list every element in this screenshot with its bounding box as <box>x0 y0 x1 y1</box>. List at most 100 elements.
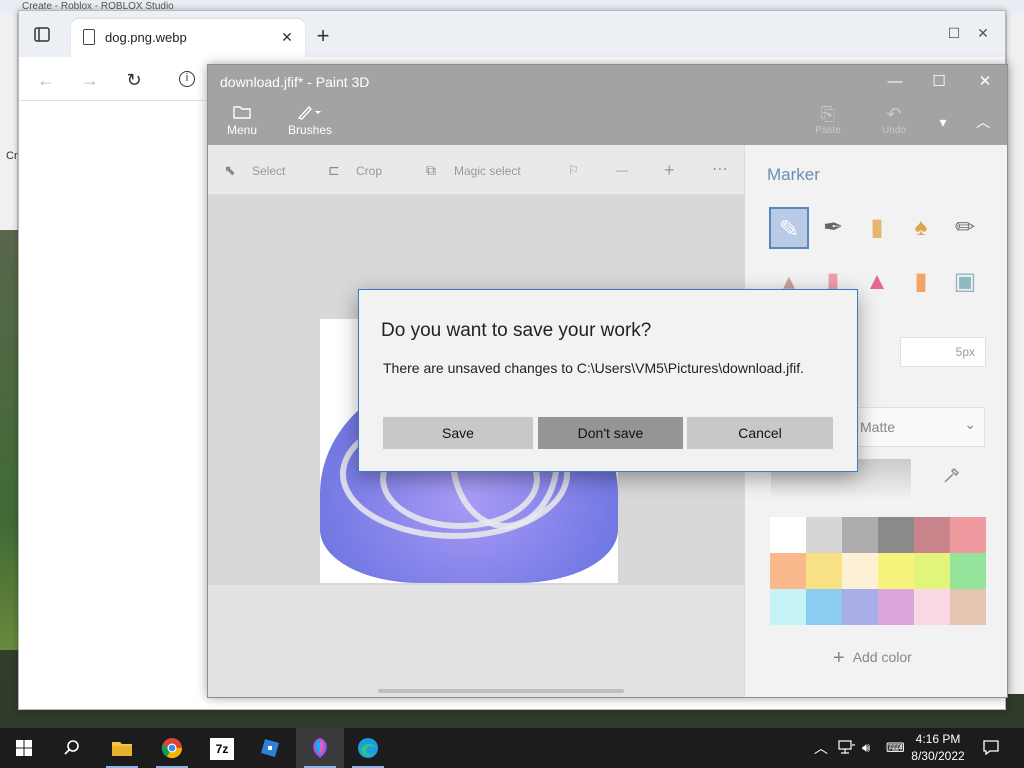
calligraphy-pen-brush[interactable]: ✒ <box>813 207 853 249</box>
paint-close-button[interactable]: ✕ <box>972 71 998 93</box>
brushes-button[interactable]: Brushes <box>280 103 340 143</box>
clock-date: 8/30/2022 <box>911 749 965 763</box>
palette-swatch[interactable] <box>806 553 842 589</box>
magic-select-tool[interactable]: ⧉ Magic select <box>426 159 521 181</box>
clock-time: 4:16 PM <box>915 732 961 746</box>
paint3d-taskbar-button[interactable] <box>296 728 344 768</box>
clock[interactable]: 4:16 PM 8/30/2022 <box>902 731 974 765</box>
palette-swatch[interactable] <box>950 553 986 589</box>
palette-swatch[interactable] <box>770 517 806 553</box>
palette-swatch[interactable] <box>878 553 914 589</box>
palette-swatch[interactable] <box>842 589 878 625</box>
palette-swatch[interactable] <box>878 589 914 625</box>
spray-can-brush[interactable]: ▮ <box>901 261 941 303</box>
volume-icon[interactable]: 🔊︎ <box>862 728 870 768</box>
magic-select-icon: ⧉ <box>426 162 436 178</box>
back-button[interactable]: ← <box>33 67 59 93</box>
plus-icon: + <box>833 647 845 669</box>
palette-swatch[interactable] <box>914 589 950 625</box>
undo-icon: ↶ <box>886 104 902 124</box>
save-button[interactable]: Save <box>383 417 533 449</box>
palette-swatch[interactable] <box>878 517 914 553</box>
horizontal-scrollbar[interactable] <box>378 689 624 693</box>
palette-swatch[interactable] <box>914 517 950 553</box>
action-center-icon[interactable] <box>982 728 1000 768</box>
background-window-right[interactable] <box>1006 14 1024 694</box>
collapse-ribbon-chevron-icon[interactable]: ︿ <box>972 111 994 133</box>
roblox-studio-icon <box>261 739 279 757</box>
palette-swatch[interactable] <box>914 553 950 589</box>
brushes-label: Brushes <box>287 123 333 137</box>
palette-swatch[interactable] <box>806 589 842 625</box>
tab-actions-icon <box>34 27 50 42</box>
taskbar: 7z ︿ 🔊︎ ⌨︎ 4:16 PM 8/30/2022 <box>0 728 1024 768</box>
tab-actions-button[interactable] <box>29 23 57 47</box>
cancel-button[interactable]: Cancel <box>687 417 833 449</box>
menu-button[interactable]: Menu <box>212 103 272 143</box>
palette-swatch[interactable] <box>842 517 878 553</box>
tab-close-button[interactable]: ✕ <box>277 27 297 47</box>
paint3d-window-title: download.jfif* - Paint 3D <box>220 74 370 90</box>
paint-minimize-button[interactable]: — <box>882 71 908 93</box>
flag-icon[interactable]: ⚐ <box>568 159 579 181</box>
edge-icon <box>358 738 378 758</box>
refresh-button[interactable]: ↻ <box>121 67 147 93</box>
new-tab-button[interactable]: + <box>311 25 335 49</box>
oil-brush[interactable]: ▮ <box>857 207 897 249</box>
eyedropper-icon[interactable] <box>937 467 965 495</box>
background-window-label: Cr <box>6 150 18 162</box>
folder-icon <box>212 103 272 123</box>
fill-bucket-brush[interactable]: ▣ <box>945 261 985 303</box>
browser-tab[interactable]: dog.png.webp ✕ <box>71 19 305 57</box>
more-options-icon[interactable]: ⋯ <box>712 159 728 181</box>
crayon-brush[interactable]: ▲ <box>857 261 897 303</box>
save-dialog: Do you want to save your work? There are… <box>358 289 858 472</box>
palette-swatch[interactable] <box>950 589 986 625</box>
file-icon <box>83 29 95 45</box>
finish-select-value: Matte <box>860 419 896 435</box>
more-ribbon-chevron-icon[interactable]: ▾ <box>932 111 954 133</box>
paint-maximize-button[interactable]: ☐ <box>926 71 952 93</box>
zoom-in-icon[interactable]: + <box>664 159 675 181</box>
show-hidden-icons-chevron-icon[interactable]: ︿ <box>814 728 828 768</box>
thickness-input[interactable]: 5px <box>900 337 986 367</box>
watercolor-brush[interactable]: ♠ <box>901 207 941 249</box>
undo-button[interactable]: ↶ Undo <box>874 103 914 143</box>
forward-button[interactable]: → <box>77 67 103 93</box>
start-button[interactable] <box>0 728 48 768</box>
browser-maximize-button[interactable]: ☐ <box>941 23 967 43</box>
marker-brush[interactable]: ✎ <box>769 207 809 249</box>
palette-swatch[interactable] <box>770 589 806 625</box>
background-window-left[interactable]: Cr <box>0 14 18 230</box>
palette-swatch[interactable] <box>806 517 842 553</box>
chrome-button[interactable] <box>148 728 196 768</box>
7zip-button[interactable]: 7z <box>198 728 246 768</box>
palette-swatch[interactable] <box>770 553 806 589</box>
select-tool[interactable]: ⬉ Select <box>224 159 285 181</box>
tab-title: dog.png.webp <box>105 30 187 45</box>
palette-swatch[interactable] <box>842 553 878 589</box>
desktop-wallpaper-strip <box>0 230 18 650</box>
windows-icon <box>16 740 32 756</box>
roblox-studio-button[interactable] <box>246 728 294 768</box>
brush-icon <box>280 103 340 123</box>
palette-swatch[interactable] <box>950 517 986 553</box>
search-icon <box>64 740 79 755</box>
network-icon[interactable] <box>838 728 856 768</box>
select-label: Select <box>252 164 286 178</box>
panel-title: Marker <box>767 165 820 184</box>
browser-close-button[interactable]: ✕ <box>970 23 996 43</box>
edge-button[interactable] <box>344 728 392 768</box>
info-icon[interactable]: i <box>179 71 195 87</box>
add-color-button[interactable]: + Add color <box>833 647 912 670</box>
paint3d-titlebar[interactable]: download.jfif* - Paint 3D — ☐ ✕ <box>208 65 1007 99</box>
paste-button[interactable]: ⎘ Paste <box>808 103 848 143</box>
chevron-down-icon: ⌄ <box>964 416 976 432</box>
dont-save-button[interactable]: Don't save <box>538 417 683 449</box>
search-button[interactable] <box>48 728 96 768</box>
zoom-out-icon[interactable]: — <box>616 159 628 181</box>
crop-tool[interactable]: ⊏ Crop <box>328 159 382 181</box>
pencil-brush[interactable]: ✏ <box>945 207 985 249</box>
folder-icon <box>112 742 132 756</box>
file-explorer-button[interactable] <box>98 728 146 768</box>
